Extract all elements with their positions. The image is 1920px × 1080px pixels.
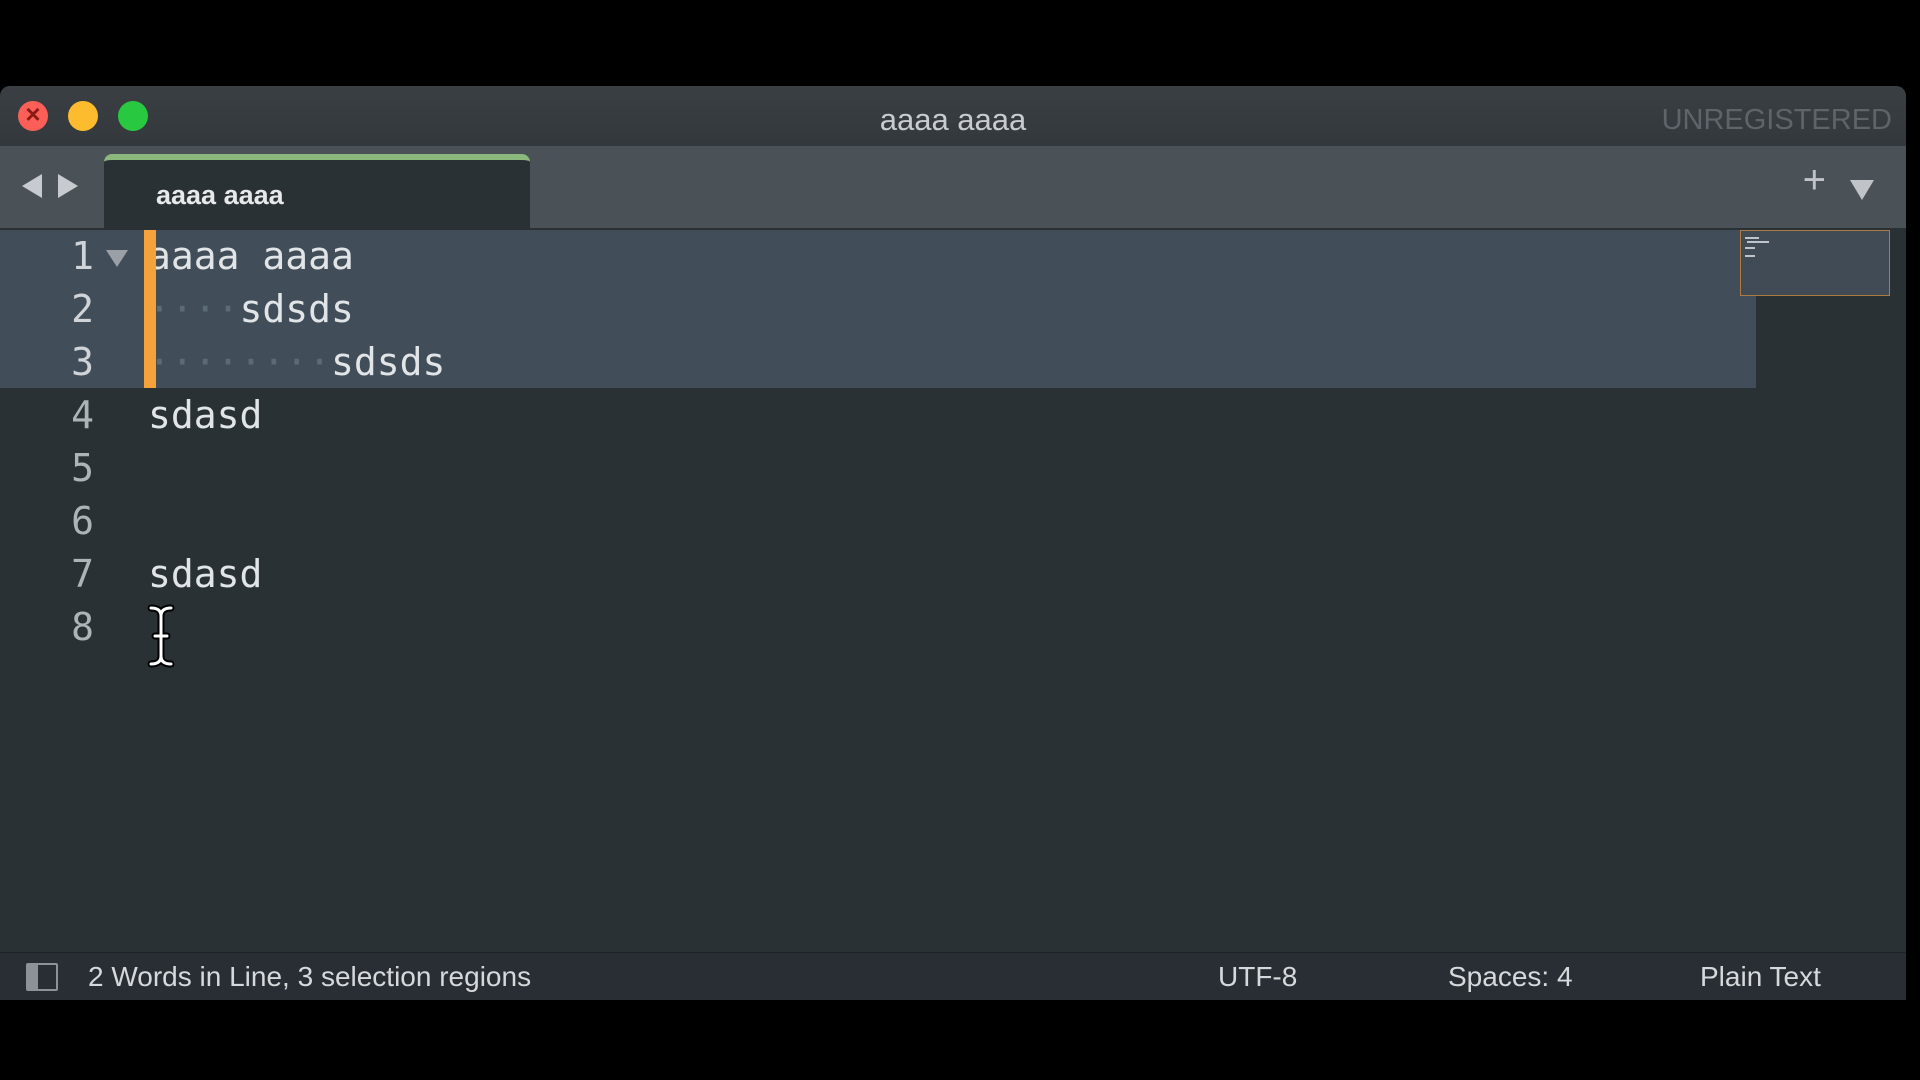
tab-label: aaaa aaaa: [156, 180, 284, 210]
line-number: 7: [71, 552, 94, 596]
editor-line[interactable]: 3 ········sdsds: [0, 336, 1750, 389]
line-number: 5: [71, 446, 94, 490]
minimap-line: [1745, 247, 1755, 249]
editor-line[interactable]: 6: [0, 495, 1750, 548]
editor-line[interactable]: 8: [0, 601, 1750, 654]
minimap-line: [1747, 241, 1769, 243]
editor-line[interactable]: 5: [0, 442, 1750, 495]
line-number: 8: [71, 605, 94, 649]
status-message: 2 Words in Line, 3 selection regions: [88, 961, 532, 992]
editor-line[interactable]: 7 sdasd: [0, 548, 1750, 601]
tab-bar: aaaa aaaa +: [0, 146, 1906, 228]
line-text: sdasd: [148, 552, 263, 596]
line-number: 3: [71, 340, 94, 384]
minimap-line: [1745, 255, 1755, 257]
new-tab-plus-icon[interactable]: +: [1803, 160, 1826, 200]
line-number: 6: [71, 499, 94, 543]
text-cursor-ibeam-icon: [147, 604, 175, 668]
multi-cursor-caret: [144, 230, 156, 388]
unregistered-label: UNREGISTERED: [1661, 104, 1892, 136]
line-number: 1: [71, 234, 94, 278]
line-number: 4: [71, 393, 94, 437]
editor-line[interactable]: 2 ····sdsds: [0, 283, 1750, 336]
forward-arrow-icon[interactable]: [58, 174, 78, 198]
fold-triangle-icon[interactable]: [106, 250, 128, 267]
indentation-selector[interactable]: Spaces: 4: [1448, 961, 1573, 993]
editor-window: aaaa aaaa UNREGISTERED aaaa aaaa + 1 aaa…: [0, 86, 1906, 1000]
editor-line[interactable]: 4 sdasd: [0, 389, 1750, 442]
minimap[interactable]: [1740, 230, 1890, 296]
text-editor[interactable]: 1 aaaa aaaa 2 ····sdsds 3 ········sdsds …: [0, 228, 1906, 952]
minimap-line: [1745, 237, 1759, 239]
line-text: ········sdsds: [148, 340, 446, 384]
encoding-selector[interactable]: UTF-8: [1218, 961, 1297, 993]
line-text: sdasd: [148, 393, 263, 437]
tab-menu-chevron-icon[interactable]: [1850, 180, 1874, 200]
line-number: 2: [71, 287, 94, 331]
line-text: aaaa aaaa: [148, 234, 354, 278]
syntax-selector[interactable]: Plain Text: [1700, 961, 1821, 993]
title-bar: aaaa aaaa UNREGISTERED: [0, 86, 1906, 147]
window-title: aaaa aaaa: [879, 102, 1027, 137]
status-bar: 2 Words in Line, 3 selection regions UTF…: [0, 952, 1906, 1000]
editor-line[interactable]: 1 aaaa aaaa: [0, 230, 1750, 283]
back-arrow-icon[interactable]: [22, 174, 42, 198]
sidebar-toggle-icon[interactable]: [26, 963, 58, 991]
tab-aaaa-aaaa[interactable]: aaaa aaaa: [104, 154, 530, 228]
line-text: ····sdsds: [148, 287, 354, 331]
